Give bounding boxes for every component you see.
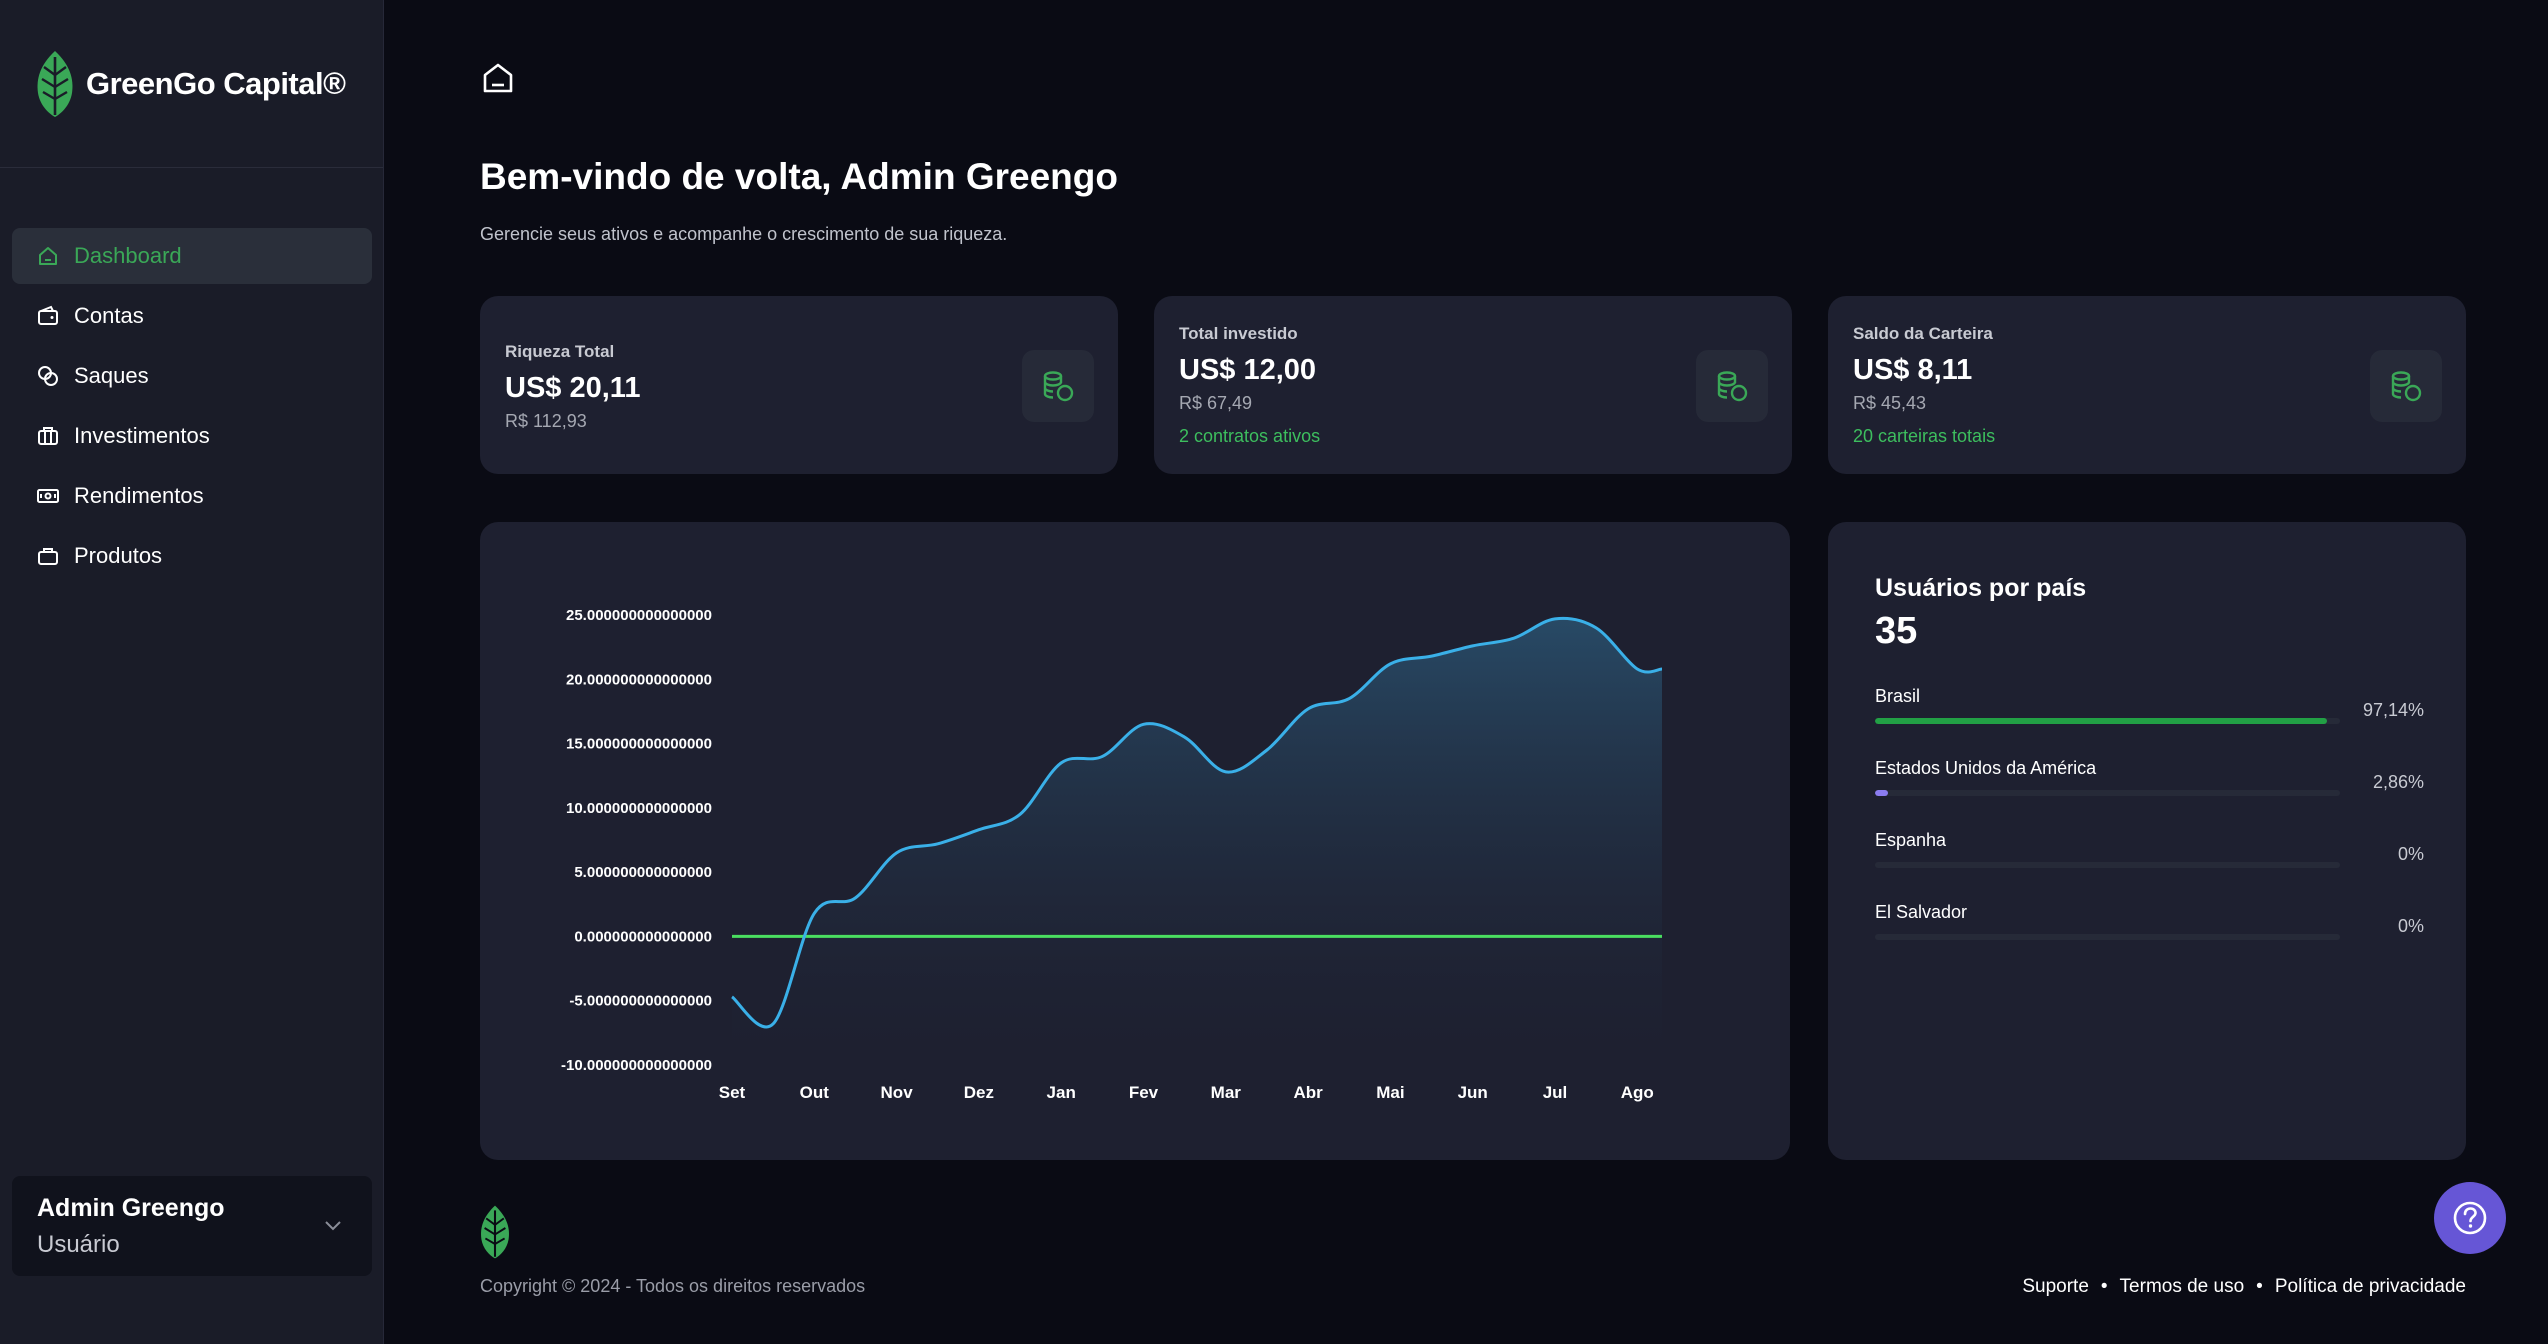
wealth-area-chart: 25.000000000000000 20.000000000000000 15.0… [561, 607, 1663, 1102]
footer-links: Suporte • Termos de uso • Política de pr… [2022, 1276, 2466, 1298]
footer-link-privacidade[interactable]: Política de privacidade [2275, 1276, 2466, 1298]
country-progress-fill [1875, 718, 2327, 724]
x-tick-label: Jan [1047, 1083, 1076, 1102]
card-icon-box [1696, 350, 1768, 422]
country-name: Estados Unidos da América [1875, 758, 2097, 778]
y-tick-label: 5.000000000000000 [574, 864, 712, 881]
sidebar-item-investimentos[interactable]: Investimentos [12, 408, 372, 464]
coins-stack-icon [1717, 371, 1748, 402]
home-icon [39, 247, 57, 265]
brand-name: GreenGo Capital® [86, 65, 346, 101]
footer-link-termos[interactable]: Termos de uso [2120, 1276, 2245, 1298]
help-button[interactable] [2434, 1182, 2506, 1254]
country-percent: 97,14% [2362, 700, 2424, 720]
footer-link-suporte[interactable]: Suporte [2022, 1276, 2089, 1298]
country-row: Estados Unidos da América 2,86% [1875, 758, 2435, 818]
x-tick-label: Set [719, 1083, 746, 1102]
user-menu[interactable]: Admin Greengo Usuário [12, 1176, 372, 1276]
chart-area-fill [732, 618, 1662, 1065]
stat-card-total-investido: Total investido US$ 12,00 R$ 67,49 2 con… [1154, 296, 1792, 474]
sidebar-item-rendimentos[interactable]: Rendimentos [12, 468, 372, 524]
country-row: Espanha 0% [1875, 830, 2435, 890]
coins-stack-icon [1043, 371, 1074, 402]
sidebar-item-label: Dashboard [74, 243, 182, 268]
users-by-country-panel: Usuários por país 35 Brasil 97,14% Estad… [1828, 522, 2466, 1160]
wallet-icon [38, 305, 58, 325]
bag-icon [38, 548, 58, 565]
wealth-chart-panel: 25.000000000000000 20.000000000000000 15.0… [480, 522, 1790, 1160]
country-name: El Salvador [1875, 902, 1968, 922]
briefcase-icon [38, 427, 58, 445]
sidebar-item-produtos[interactable]: Produtos [12, 528, 372, 584]
panel-title: Usuários por país [1875, 574, 2087, 602]
sidebar-item-label: Investimentos [74, 423, 210, 448]
country-row: El Salvador 0% [1875, 902, 2435, 962]
y-tick-label: 20.000000000000000 [566, 671, 712, 688]
banknote-icon [37, 489, 59, 503]
home-icon[interactable] [480, 60, 516, 96]
x-tick-label: Ago [1621, 1083, 1654, 1102]
stat-card-saldo-carteira: Saldo da Carteira US$ 8,11 R$ 45,43 20 c… [1828, 296, 2466, 474]
card-label: Saldo da Carteira [1853, 324, 1993, 343]
leaf-logo-icon [481, 1205, 509, 1259]
country-progress-track [1875, 718, 2340, 724]
country-percent: 0% [2397, 844, 2424, 864]
sidebar-item-contas[interactable]: Contas [12, 288, 372, 344]
country-progress-track [1875, 862, 2340, 868]
country-name: Espanha [1875, 830, 1947, 850]
country-progress-track [1875, 790, 2340, 796]
page-subtitle: Gerencie seus ativos e acompanhe o cresc… [480, 224, 1008, 244]
y-tick-label: 25.000000000000000 [566, 607, 712, 624]
copyright: Copyright © 2024 - Todos os direitos res… [480, 1276, 866, 1296]
y-tick-label: -5.000000000000000 [569, 993, 712, 1010]
y-tick-label: 10.000000000000000 [566, 800, 712, 817]
country-name: Brasil [1875, 686, 1921, 706]
leaf-logo-icon [37, 50, 73, 117]
country-percent: 0% [2397, 916, 2424, 936]
country-percent: 2,86% [2372, 772, 2424, 792]
y-tick-label: 15.000000000000000 [566, 736, 712, 753]
sidebar-item-saques[interactable]: Saques [12, 348, 372, 404]
users-total: 35 [1875, 610, 1918, 652]
sidebar-item-label: Rendimentos [74, 483, 204, 508]
sidebar-item-label: Contas [74, 303, 144, 328]
y-tick-label: 0.000000000000000 [574, 928, 712, 945]
card-label: Total investido [1179, 324, 1298, 343]
help-icon [2453, 1201, 2487, 1235]
coins-stack-icon [2391, 371, 2422, 402]
sidebar: GreenGo Capital® Dashboard Contas Saques… [0, 0, 384, 1344]
x-tick-label: Mai [1376, 1083, 1404, 1102]
sidebar-nav: Dashboard Contas Saques Investimentos Re… [12, 228, 372, 588]
chevron-down-icon [325, 1221, 341, 1231]
stat-card-riqueza-total: Riqueza Total US$ 20,11 R$ 112,93 [480, 296, 1118, 474]
page-title: Bem-vindo de volta, Admin Greengo [480, 156, 1118, 197]
brand[interactable]: GreenGo Capital® [0, 0, 383, 168]
x-tick-label: Nov [881, 1083, 914, 1102]
card-icon-box [1022, 350, 1094, 422]
country-progress-track [1875, 934, 2340, 940]
x-tick-label: Fev [1129, 1083, 1159, 1102]
x-tick-label: Abr [1293, 1083, 1323, 1102]
x-tick-label: Jun [1458, 1083, 1488, 1102]
sidebar-item-label: Saques [74, 363, 149, 388]
card-note: 20 carteiras totais [1853, 426, 1996, 446]
separator-dot: • [2256, 1276, 2263, 1297]
x-tick-label: Dez [964, 1083, 994, 1102]
x-tick-label: Jul [1543, 1083, 1568, 1102]
card-note: 2 contratos ativos [1179, 426, 1321, 446]
separator-dot: • [2100, 1276, 2108, 1297]
x-tick-label: Mar [1211, 1083, 1242, 1102]
coins-icon [38, 366, 58, 386]
country-progress-fill [1875, 790, 1889, 796]
card-icon-box [2370, 350, 2442, 422]
country-row: Brasil 97,14% [1875, 686, 2435, 746]
x-tick-label: Out [800, 1083, 830, 1102]
sidebar-item-dashboard[interactable]: Dashboard [12, 228, 372, 284]
y-tick-label: -10.000000000000000 [561, 1057, 712, 1074]
sidebar-item-label: Produtos [74, 543, 163, 568]
